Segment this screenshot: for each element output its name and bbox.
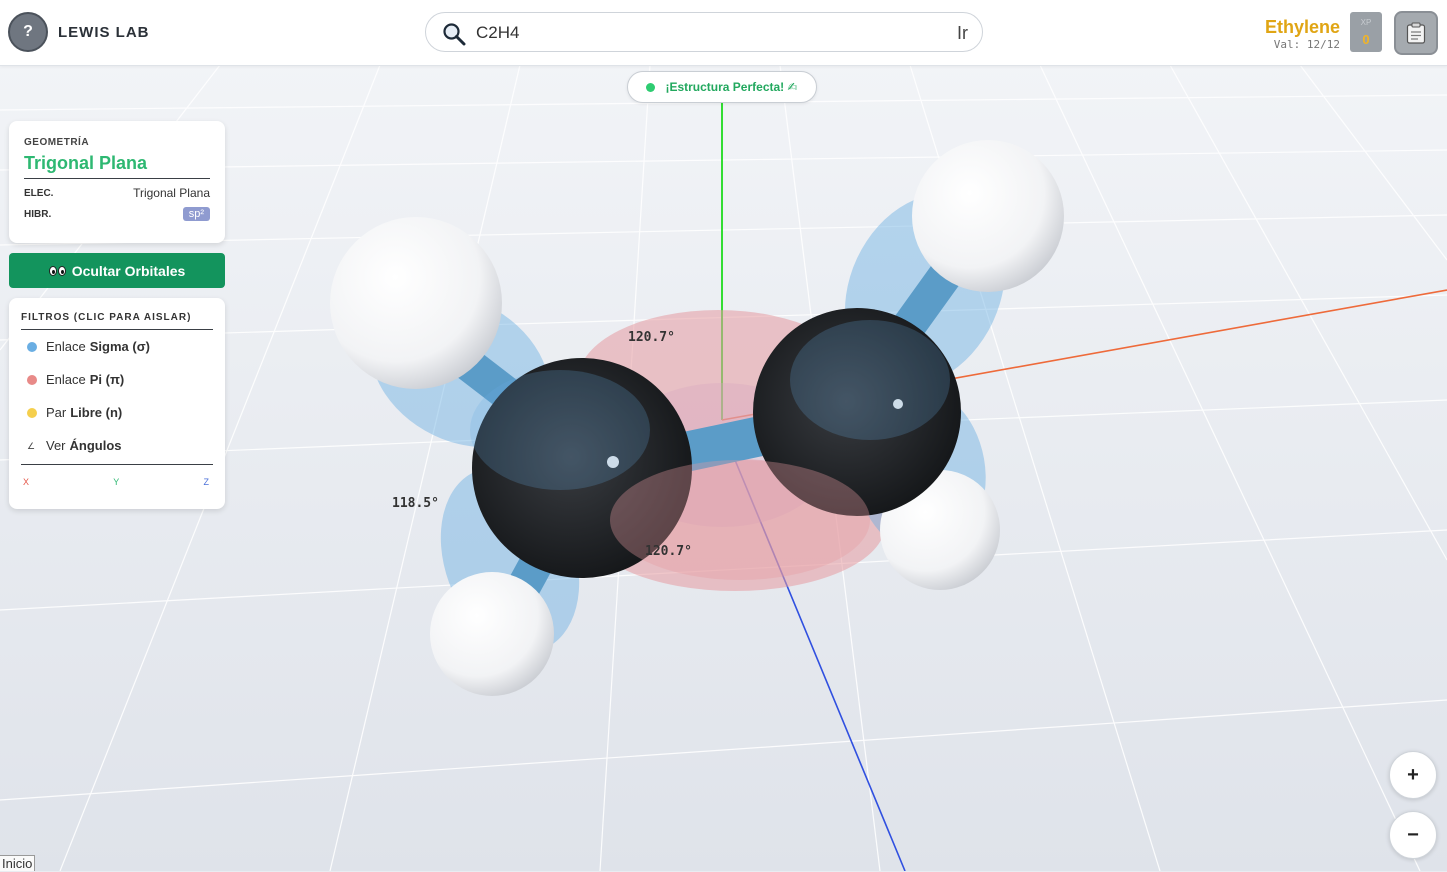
hybridization-badge: sp²	[182, 207, 210, 221]
filter-label: Libre (n)	[70, 405, 123, 420]
electronic-geometry-row: ELEC. Trigonal Plana	[24, 186, 210, 200]
axis-legend: X Y Z	[21, 464, 213, 487]
validity-counter: Val: 12/12	[1273, 38, 1340, 51]
formula-input[interactable]	[476, 21, 916, 45]
axis-y-label: Y	[113, 477, 120, 487]
filter-prefix: Par	[46, 405, 67, 420]
app-title: LEWIS LAB	[58, 24, 150, 41]
filter-prefix: Ver	[46, 438, 66, 453]
electronic-value: Trigonal Plana	[133, 186, 210, 200]
filter-lone-pair[interactable]: Par Libre (n)	[27, 396, 213, 429]
xp-badge: XP 0	[1350, 12, 1382, 52]
hybridization-row: HIBR. sp²	[24, 207, 210, 221]
angle-label: 120.7°	[628, 330, 675, 345]
filter-sigma[interactable]: Enlace Sigma (σ)	[27, 330, 213, 363]
electronic-label: ELEC.	[24, 187, 54, 199]
hybridization-label: HIBR.	[24, 208, 52, 220]
axis-z-label: Z	[203, 477, 210, 487]
go-button[interactable]: Ir	[957, 23, 968, 44]
zoom-out-button[interactable]: −	[1389, 811, 1437, 859]
filter-pi[interactable]: Enlace Pi (π)	[27, 363, 213, 396]
clipboard-icon	[1406, 22, 1426, 44]
filter-prefix: Enlace	[46, 372, 86, 387]
top-bar: ? LEWIS LAB Ir Ethylene Val: 12/12 XP 0	[0, 0, 1447, 66]
status-dot-icon	[646, 82, 656, 92]
angle-label: 120.7°	[645, 544, 692, 559]
filter-angles[interactable]: ∠ Ver Ángulos	[27, 429, 213, 462]
molecule-name: Ethylene	[1264, 17, 1340, 37]
status-pill: ¡Estructura Perfecta! ✍	[627, 71, 817, 103]
angle-icon: ∠	[27, 440, 36, 451]
xp-label: XP	[1360, 18, 1372, 27]
filter-label: Sigma (σ)	[89, 339, 150, 354]
hydrogen-atom	[330, 217, 502, 389]
search-bar[interactable]: Ir	[425, 12, 983, 52]
sigma-dot-icon	[27, 341, 37, 352]
geometry-panel: GEOMETRÍA Trigonal Plana ELEC. Trigonal …	[9, 121, 225, 243]
geometry-value: Trigonal Plana	[24, 153, 210, 179]
filters-heading: FILTROS (CLIC PARA AISLAR)	[21, 312, 213, 330]
hydrogen-atom	[912, 140, 1064, 292]
search-icon	[443, 23, 466, 46]
clipboard-button[interactable]	[1394, 11, 1438, 55]
eyes-icon	[48, 265, 66, 276]
toggle-orbitals-button[interactable]: Ocultar Orbitales	[9, 253, 225, 288]
help-button[interactable]: ?	[8, 12, 48, 52]
xp-value: 0	[1362, 32, 1370, 47]
lone-pair-dot-icon	[27, 407, 37, 418]
axis-x-label: X	[23, 477, 30, 487]
angle-label: 118.5°	[392, 496, 439, 511]
zoom-in-button[interactable]: +	[1389, 751, 1437, 799]
pi-dot-icon	[27, 374, 37, 385]
toggle-orbitals-label: Ocultar Orbitales	[71, 262, 186, 279]
filter-label: Ángulos	[69, 438, 122, 453]
geometry-heading: GEOMETRÍA	[24, 137, 90, 148]
hydrogen-atom	[430, 572, 554, 696]
filter-label: Pi (π)	[89, 372, 125, 387]
filters-panel: FILTROS (CLIC PARA AISLAR) Enlace Sigma (…	[9, 298, 225, 509]
home-tab[interactable]: Inicio	[0, 855, 36, 871]
filter-prefix: Enlace	[46, 339, 86, 354]
status-text: ¡Estructura Perfecta! ✍	[665, 80, 798, 94]
